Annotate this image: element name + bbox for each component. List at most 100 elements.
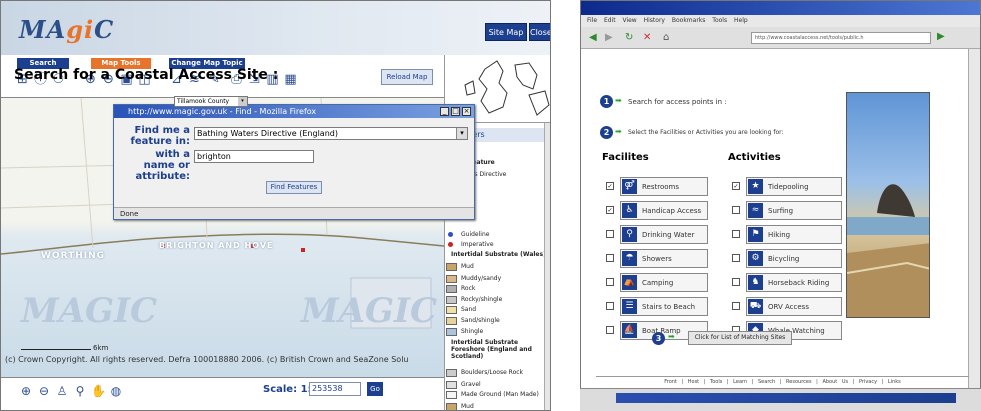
legend-item: Rocky/shingle bbox=[461, 296, 503, 303]
legend-swatch bbox=[446, 391, 457, 399]
facility-icon: ☰ bbox=[622, 299, 637, 314]
checkbox-facility[interactable] bbox=[606, 254, 614, 262]
facility-icon: ☂ bbox=[622, 251, 637, 266]
checkbox-facility[interactable] bbox=[606, 302, 614, 310]
checkbox-facility[interactable] bbox=[606, 326, 614, 334]
activity-icon: ⛟ bbox=[748, 299, 763, 314]
facility-label: Restrooms bbox=[642, 183, 680, 191]
feature-select[interactable]: Bathing Waters Directive (England) bbox=[194, 127, 468, 140]
browser-titlebar bbox=[581, 1, 980, 15]
name-input[interactable]: brighton bbox=[194, 150, 314, 163]
site-map-button[interactable]: Site Map bbox=[485, 23, 527, 41]
legend-swatch bbox=[446, 317, 457, 325]
copyright-text: (c) Crown Copyright. All rights reserved… bbox=[5, 355, 409, 364]
checkbox-activity[interactable] bbox=[732, 230, 740, 238]
facility-icon: ♿ bbox=[622, 203, 637, 218]
globe-icon[interactable]: ◍ bbox=[109, 384, 123, 398]
legend-scrollbar[interactable] bbox=[544, 123, 550, 410]
matching-sites-button[interactable]: Click for List of Matching Sites bbox=[688, 331, 792, 345]
reload-icon[interactable]: ↻ bbox=[625, 32, 633, 43]
facility-icon: ⚤ bbox=[622, 179, 637, 194]
checkbox-facility[interactable]: ✓ bbox=[606, 182, 614, 190]
arrow-icon: ➡ bbox=[615, 96, 622, 105]
checkbox-activity[interactable] bbox=[732, 206, 740, 214]
zoom-in-icon[interactable]: ⊕ bbox=[19, 384, 33, 398]
status-banner bbox=[616, 393, 956, 403]
county-select[interactable]: Tillamook County bbox=[174, 96, 248, 107]
scale-input[interactable]: 253538 bbox=[309, 382, 361, 396]
facilities-heading: Facilites bbox=[602, 152, 649, 163]
activity-icon: ⚙ bbox=[748, 251, 763, 266]
browser-menubar[interactable]: File Edit View History Bookmarks Tools H… bbox=[581, 15, 980, 27]
magnify-icon[interactable]: ⚲ bbox=[73, 384, 87, 398]
activity-label: Tidepooling bbox=[768, 183, 809, 191]
checkbox-activity[interactable] bbox=[732, 278, 740, 286]
browser-navbar: ◀ ▶ ↻ ✕ ⌂ http://www.coastalaccess.net/t… bbox=[581, 27, 980, 49]
facility-label: Camping bbox=[642, 279, 674, 287]
watermark-left: MAGIC bbox=[21, 291, 158, 331]
legend-swatch bbox=[446, 296, 457, 304]
legend-swatch bbox=[446, 369, 457, 377]
legend-item: Shingle bbox=[461, 328, 484, 335]
step-two-text: Select the Facilities or Activities you … bbox=[628, 129, 784, 136]
legend-item: Sand bbox=[461, 306, 477, 313]
maximize-button[interactable]: □ bbox=[451, 107, 460, 116]
person-icon[interactable]: ♙ bbox=[55, 384, 69, 398]
magic-header: MAgiC Site Map Close bbox=[1, 1, 550, 55]
legend-swatch bbox=[446, 403, 457, 410]
back-icon[interactable]: ◀ bbox=[589, 32, 597, 43]
arrow-icon: ➡ bbox=[668, 332, 675, 341]
checkbox-activity[interactable] bbox=[732, 302, 740, 310]
facility-label: Drinking Water bbox=[642, 231, 695, 239]
page-scrollbar[interactable] bbox=[968, 49, 980, 389]
legend-swatch bbox=[446, 275, 457, 283]
step-one-text: Search for access points in : bbox=[628, 98, 727, 106]
checkbox-facility[interactable] bbox=[606, 278, 614, 286]
zoom-out-icon[interactable]: ⊖ bbox=[37, 384, 51, 398]
feature-label: Find me a feature in: bbox=[130, 125, 190, 147]
step-three-badge: 3 bbox=[652, 332, 665, 345]
close-button[interactable]: Close bbox=[529, 23, 550, 41]
activity-label: Horseback Riding bbox=[768, 279, 830, 287]
facility-icon: ⛵ bbox=[622, 323, 637, 338]
facility-icon: ⚲ bbox=[622, 227, 637, 242]
legend-item: Mud bbox=[461, 403, 474, 410]
step-two-badge: 2 bbox=[600, 126, 613, 139]
legend-swatch bbox=[446, 328, 457, 336]
legend-item: Mud bbox=[461, 263, 474, 270]
map-label-brighton: BRIGHTON AND HOVE bbox=[159, 241, 274, 250]
arrow-icon: ➡ bbox=[615, 127, 622, 136]
close-dialog-button[interactable]: × bbox=[462, 107, 471, 116]
facility-label: Showers bbox=[642, 255, 672, 263]
checkbox-activity[interactable] bbox=[732, 254, 740, 262]
reload-map-button[interactable]: Reload Map bbox=[381, 69, 433, 85]
bottom-toolbar: ⊕ ⊖ ♙ ⚲ ✋ ◍ Scale: 1: 253538 Go bbox=[1, 377, 444, 410]
legend-item: Muddy/sandy bbox=[461, 275, 502, 282]
activity-icon: ≈ bbox=[748, 203, 763, 218]
legend-dot-icon bbox=[448, 242, 453, 247]
legend-item: Guideline bbox=[461, 231, 490, 238]
magic-logo: MAgiC bbox=[19, 15, 115, 44]
legend-item: Imperative bbox=[461, 241, 494, 248]
chevron-down-icon[interactable]: ▾ bbox=[456, 128, 467, 139]
pan-hand-icon[interactable]: ✋ bbox=[91, 384, 106, 398]
go-icon[interactable]: ▶ bbox=[937, 31, 945, 42]
forward-icon[interactable]: ▶ bbox=[605, 32, 613, 43]
legend-dot-icon bbox=[448, 232, 453, 237]
watermark-right: MAGIC bbox=[301, 291, 438, 331]
grid-icon[interactable]: ▦ bbox=[283, 72, 298, 87]
address-bar[interactable]: http://www.coastalaccess.net/tools/publi… bbox=[751, 32, 931, 44]
checkbox-facility[interactable] bbox=[606, 230, 614, 238]
minimize-button[interactable]: _ bbox=[440, 107, 449, 116]
stop-icon[interactable]: ✕ bbox=[643, 32, 651, 43]
checkbox-facility[interactable]: ✓ bbox=[606, 206, 614, 214]
scale-go-button[interactable]: Go bbox=[367, 382, 383, 396]
checkbox-activity[interactable]: ✓ bbox=[732, 182, 740, 190]
facility-icon: ⛺ bbox=[622, 275, 637, 290]
find-features-button[interactable]: Find Features bbox=[266, 181, 322, 194]
chevron-down-icon[interactable]: ▾ bbox=[238, 97, 247, 106]
magic-window: MAgiC Site Map Close Search Options Map … bbox=[0, 0, 551, 411]
footer-links[interactable]: Front | Host | Tools | Learn | Search | … bbox=[596, 376, 969, 386]
facility-label: Stairs to Beach bbox=[642, 303, 696, 311]
home-icon[interactable]: ⌂ bbox=[663, 32, 669, 43]
